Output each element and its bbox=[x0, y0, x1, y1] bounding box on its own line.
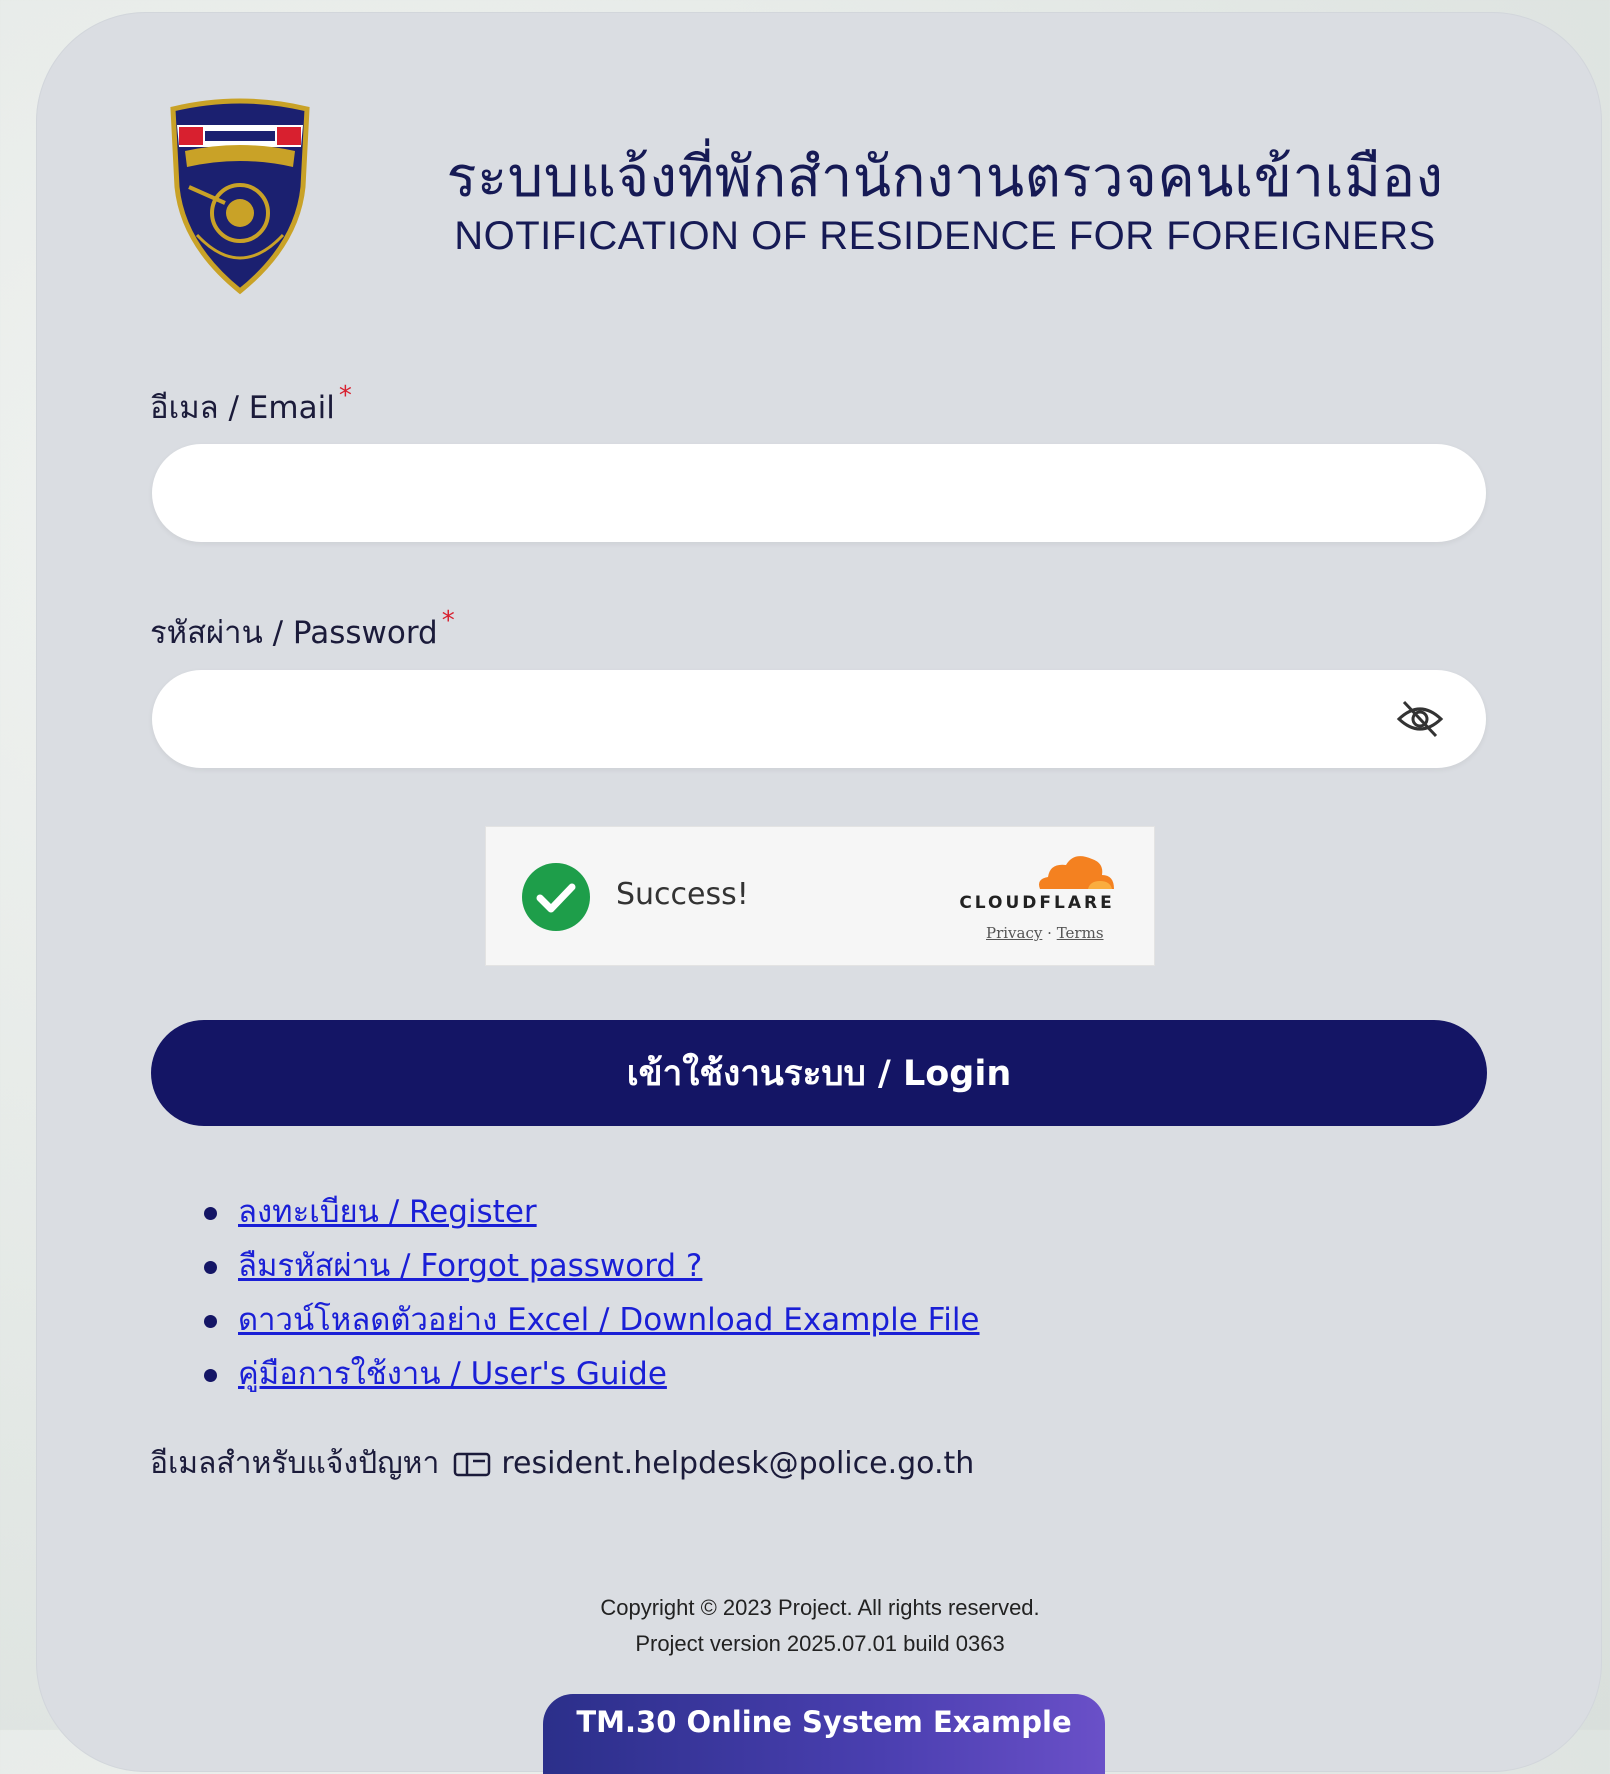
captcha-links: Privacy · Terms bbox=[986, 924, 1104, 942]
forgot-password-link[interactable]: ลืมรหัสผ่าน / Forgot password ? bbox=[238, 1248, 702, 1284]
cloudflare-brand: CLOUDFLARE bbox=[959, 893, 1115, 913]
password-label: รหัสผ่าน / Password * bbox=[150, 606, 455, 657]
helpdesk-label: อีเมลสำหรับแจ้งปัญหา bbox=[150, 1446, 440, 1481]
list-item: ลืมรหัสผ่าน / Forgot password ? bbox=[200, 1239, 980, 1293]
email-label: อีเมล / Email * bbox=[150, 381, 352, 432]
mailbox-icon bbox=[454, 1452, 491, 1476]
example-banner: TM.30 Online System Example bbox=[543, 1694, 1105, 1774]
bullet bbox=[204, 1207, 217, 1220]
page-title-thai: ระบบแจ้งที่พักสำนักงานตรวจคนเข้าเมือง bbox=[446, 145, 1444, 210]
email-input[interactable] bbox=[152, 444, 1486, 542]
register-link[interactable]: ลงทะเบียน / Register bbox=[238, 1194, 537, 1230]
cloudflare-turnstile-widget[interactable]: Success! CLOUDFLARE Privacy · Terms bbox=[485, 826, 1155, 966]
bullet bbox=[204, 1315, 217, 1328]
separator: · bbox=[1047, 924, 1052, 942]
required-asterisk: * bbox=[338, 381, 352, 411]
bullet bbox=[204, 1261, 217, 1274]
page-title-english: NOTIFICATION OF RESIDENCE FOR FOREIGNERS bbox=[454, 214, 1436, 258]
helpdesk-email: resident.helpdesk@police.go.th bbox=[501, 1446, 975, 1481]
success-check-icon bbox=[522, 863, 590, 931]
royal-thai-police-badge-logo bbox=[170, 98, 310, 295]
login-button[interactable]: เข้าใช้งานระบบ / Login bbox=[151, 1020, 1487, 1126]
helpdesk-contact: อีเมลสำหรับแจ้งปัญหา resident.helpdesk@p… bbox=[150, 1440, 974, 1487]
version-text: Project version 2025.07.01 build 0363 bbox=[635, 1631, 1005, 1656]
password-label-text: รหัสผ่าน / Password bbox=[150, 615, 438, 651]
list-item: ลงทะเบียน / Register bbox=[200, 1185, 980, 1239]
terms-link[interactable]: Terms bbox=[1057, 924, 1104, 942]
footer: Copyright © 2023 Project. All rights res… bbox=[440, 1590, 1200, 1662]
cloudflare-cloud-icon bbox=[1039, 856, 1114, 889]
password-input[interactable] bbox=[152, 670, 1486, 768]
download-example-link[interactable]: ดาวน์โหลดตัวอย่าง Excel / Download Examp… bbox=[238, 1302, 980, 1338]
list-item: ดาวน์โหลดตัวอย่าง Excel / Download Examp… bbox=[200, 1293, 980, 1347]
privacy-link[interactable]: Privacy bbox=[986, 924, 1042, 942]
copyright-text: Copyright © 2023 Project. All rights res… bbox=[600, 1595, 1040, 1620]
captcha-status: Success! bbox=[616, 877, 749, 912]
bullet bbox=[204, 1369, 217, 1382]
eye-off-icon[interactable] bbox=[1395, 697, 1445, 741]
required-asterisk: * bbox=[441, 606, 455, 636]
user-guide-link[interactable]: คู่มือการใช้งาน / User's Guide bbox=[238, 1356, 667, 1392]
email-label-text: อีเมล / Email bbox=[150, 390, 335, 426]
list-item: คู่มือการใช้งาน / User's Guide bbox=[200, 1347, 980, 1401]
help-links-list: ลงทะเบียน / Register ลืมรหัสผ่าน / Forgo… bbox=[200, 1185, 980, 1401]
